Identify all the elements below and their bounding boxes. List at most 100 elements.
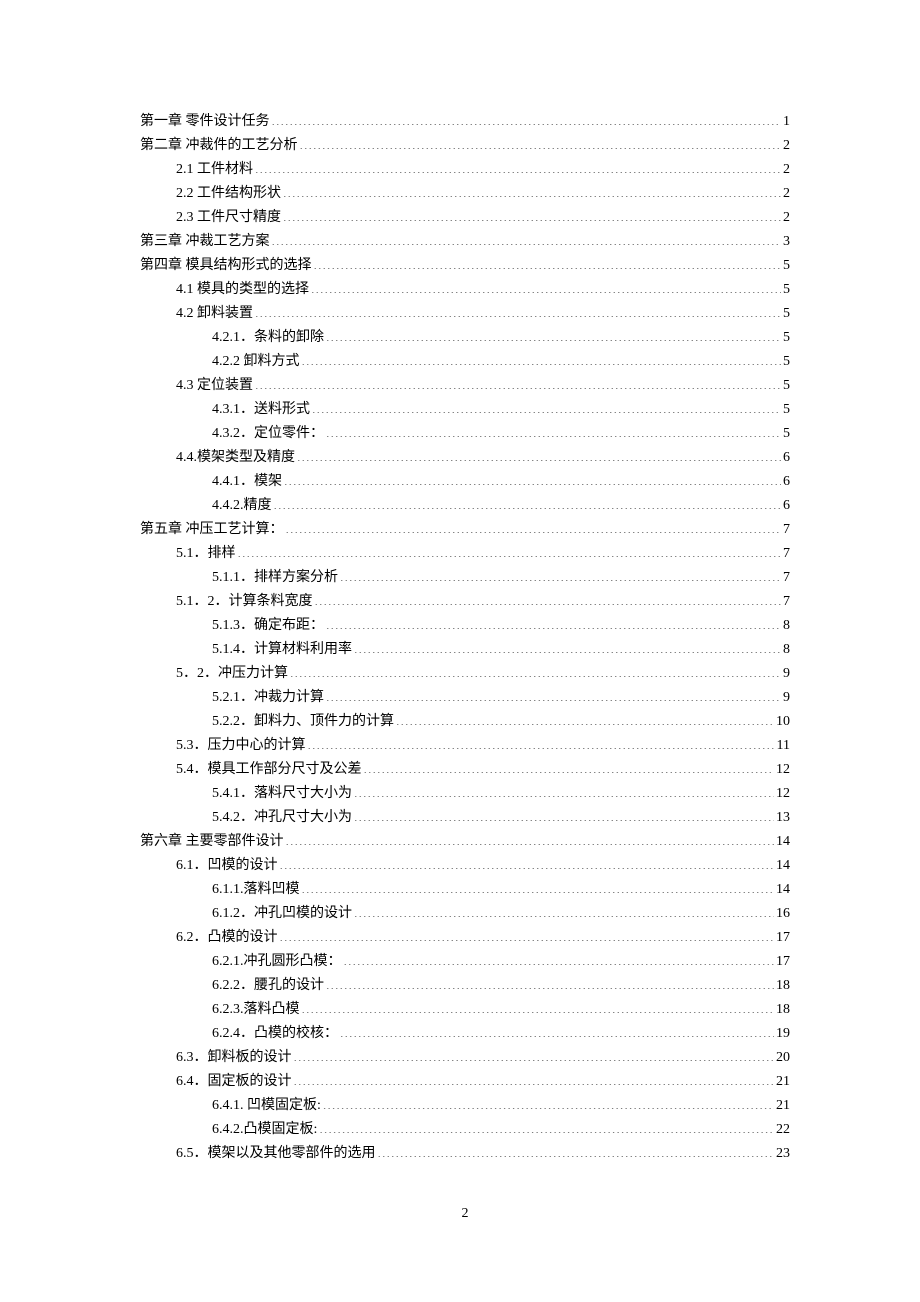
toc-leader-dots: [302, 999, 775, 1013]
toc-leader-dots: [272, 111, 782, 125]
toc-entry-label: 4.4.模架类型及精度: [176, 446, 295, 470]
toc-entry-label: 第六章 主要零部件设计: [140, 830, 284, 854]
toc-entry: 5.4．模具工作部分尺寸及公差12: [140, 758, 790, 782]
toc-leader-dots: [354, 903, 774, 917]
toc-entry-page: 3: [783, 230, 790, 254]
toc-entry-page: 7: [783, 542, 790, 566]
toc-entry-page: 7: [783, 518, 790, 542]
toc-page: 第一章 零件设计任务1第二章 冲裁件的工艺分析22.1 工件材料22.2 工件结…: [0, 0, 920, 1262]
toc-entry-label: 4.2.2 卸料方式: [212, 350, 300, 374]
toc-entry: 2.2 工件结构形状2: [140, 182, 790, 206]
toc-leader-dots: [312, 399, 781, 413]
toc-entry: 第三章 冲裁工艺方案3: [140, 230, 790, 254]
toc-entry: 6.2.3.落料凸模18: [140, 998, 790, 1022]
toc-leader-dots: [326, 687, 781, 701]
toc-entry-label: 第五章 冲压工艺计算：: [140, 518, 284, 542]
toc-entry-page: 5: [783, 254, 790, 278]
toc-entry-label: 6.1.2．冲孔凹模的设计: [212, 902, 352, 926]
toc-leader-dots: [255, 303, 781, 317]
toc-entry-page: 14: [776, 830, 790, 854]
toc-entry-label: 5.2.1．冲裁力计算: [212, 686, 324, 710]
toc-entry: 6.2．凸模的设计17: [140, 926, 790, 950]
toc-leader-dots: [344, 951, 775, 965]
toc-entry: 5.2.1．冲裁力计算9: [140, 686, 790, 710]
toc-entry-page: 5: [783, 398, 790, 422]
toc-entry-label: 5.1.4．计算材料利用率: [212, 638, 352, 662]
table-of-contents: 第一章 零件设计任务1第二章 冲裁件的工艺分析22.1 工件材料22.2 工件结…: [140, 110, 790, 1166]
toc-entry-label: 第二章 冲裁件的工艺分析: [140, 134, 298, 158]
toc-entry: 6.4.1. 凹模固定板:21: [140, 1094, 790, 1118]
toc-entry: 6.4.2.凸模固定板:22: [140, 1118, 790, 1142]
toc-entry-label: 6.1.1.落料凹模: [212, 878, 300, 902]
toc-entry-page: 10: [776, 710, 790, 734]
toc-entry-label: 4.1 模具的类型的选择: [176, 278, 309, 302]
toc-entry: 4.2.1．条料的卸除 5: [140, 326, 790, 350]
toc-entry-label: 4.3.2．定位零件：: [212, 422, 324, 446]
toc-entry-page: 18: [776, 974, 790, 998]
toc-entry-page: 5: [783, 422, 790, 446]
toc-entry-page: 7: [783, 590, 790, 614]
toc-entry-page: 5: [783, 278, 790, 302]
toc-leader-dots: [272, 231, 782, 245]
toc-entry-page: 5: [783, 326, 790, 350]
toc-entry: 5.1.1．排样方案分析7: [140, 566, 790, 590]
toc-entry-label: 5.4.2．冲孔尺寸大小为: [212, 806, 352, 830]
toc-entry: 4.3 定位装置 5: [140, 374, 790, 398]
toc-leader-dots: [283, 207, 781, 221]
toc-entry-label: 4.3 定位装置: [176, 374, 253, 398]
toc-entry-page: 9: [783, 662, 790, 686]
toc-entry-label: 第一章 零件设计任务: [140, 110, 270, 134]
toc-entry-page: 2: [783, 206, 790, 230]
toc-entry: 4.1 模具的类型的选择 5: [140, 278, 790, 302]
toc-entry: 6.1.1.落料凹模 14: [140, 878, 790, 902]
toc-entry: 6.1．凹模的设计 14: [140, 854, 790, 878]
toc-leader-dots: [280, 927, 775, 941]
toc-entry-label: 6.2．凸模的设计: [176, 926, 278, 950]
toc-entry-page: 23: [776, 1142, 790, 1166]
toc-entry: 4.3.1．送料形式 5: [140, 398, 790, 422]
toc-leader-dots: [274, 495, 782, 509]
toc-entry: 5.4.2．冲孔尺寸大小为 13: [140, 806, 790, 830]
toc-entry: 4.2.2 卸料方式5: [140, 350, 790, 374]
toc-entry-label: 6.5．模架以及其他零部件的选用: [176, 1142, 376, 1166]
toc-entry-label: 5.1．2．计算条料宽度: [176, 590, 313, 614]
toc-entry-page: 5: [783, 374, 790, 398]
toc-leader-dots: [354, 807, 774, 821]
toc-leader-dots: [255, 159, 781, 173]
toc-leader-dots: [294, 1047, 775, 1061]
toc-entry-label: 2.1 工件材料: [176, 158, 253, 182]
toc-entry-page: 13: [776, 806, 790, 830]
toc-entry: 5.1.4．计算材料利用率8: [140, 638, 790, 662]
toc-entry: 6.3．卸料板的设计20: [140, 1046, 790, 1070]
toc-leader-dots: [319, 1119, 774, 1133]
toc-leader-dots: [326, 327, 781, 341]
toc-entry-page: 20: [776, 1046, 790, 1070]
toc-entry-page: 19: [776, 1022, 790, 1046]
toc-leader-dots: [326, 975, 774, 989]
toc-entry-page: 16: [776, 902, 790, 926]
toc-entry: 4.3.2．定位零件： 5: [140, 422, 790, 446]
toc-entry-label: 2.2 工件结构形状: [176, 182, 281, 206]
toc-entry: 第一章 零件设计任务1: [140, 110, 790, 134]
toc-entry-label: 6.2.1.冲孔圆形凸模：: [212, 950, 342, 974]
toc-entry-label: 4.4.2.精度: [212, 494, 272, 518]
toc-entry-label: 4.2 卸料装置: [176, 302, 253, 326]
toc-leader-dots: [340, 567, 781, 581]
toc-entry-page: 12: [776, 782, 790, 806]
toc-leader-dots: [300, 135, 782, 149]
toc-entry-page: 17: [776, 950, 790, 974]
toc-entry-page: 14: [776, 878, 790, 902]
toc-entry-page: 8: [783, 614, 790, 638]
toc-entry-page: 14: [776, 854, 790, 878]
toc-entry-label: 4.2.1．条料的卸除: [212, 326, 324, 350]
toc-entry-label: 6.2.4．凸模的校核：: [212, 1022, 338, 1046]
toc-leader-dots: [297, 447, 781, 461]
toc-entry: 5．2．冲压力计算9: [140, 662, 790, 686]
toc-entry-label: 6.1．凹模的设计: [176, 854, 278, 878]
toc-leader-dots: [294, 1071, 775, 1085]
toc-entry: 5.1.3．确定布距：8: [140, 614, 790, 638]
toc-leader-dots: [364, 759, 775, 773]
toc-entry-label: 5.2.2．卸料力、顶件力的计算: [212, 710, 394, 734]
toc-entry-label: 4.3.1．送料形式: [212, 398, 310, 422]
toc-entry-label: 5.1.1．排样方案分析: [212, 566, 338, 590]
